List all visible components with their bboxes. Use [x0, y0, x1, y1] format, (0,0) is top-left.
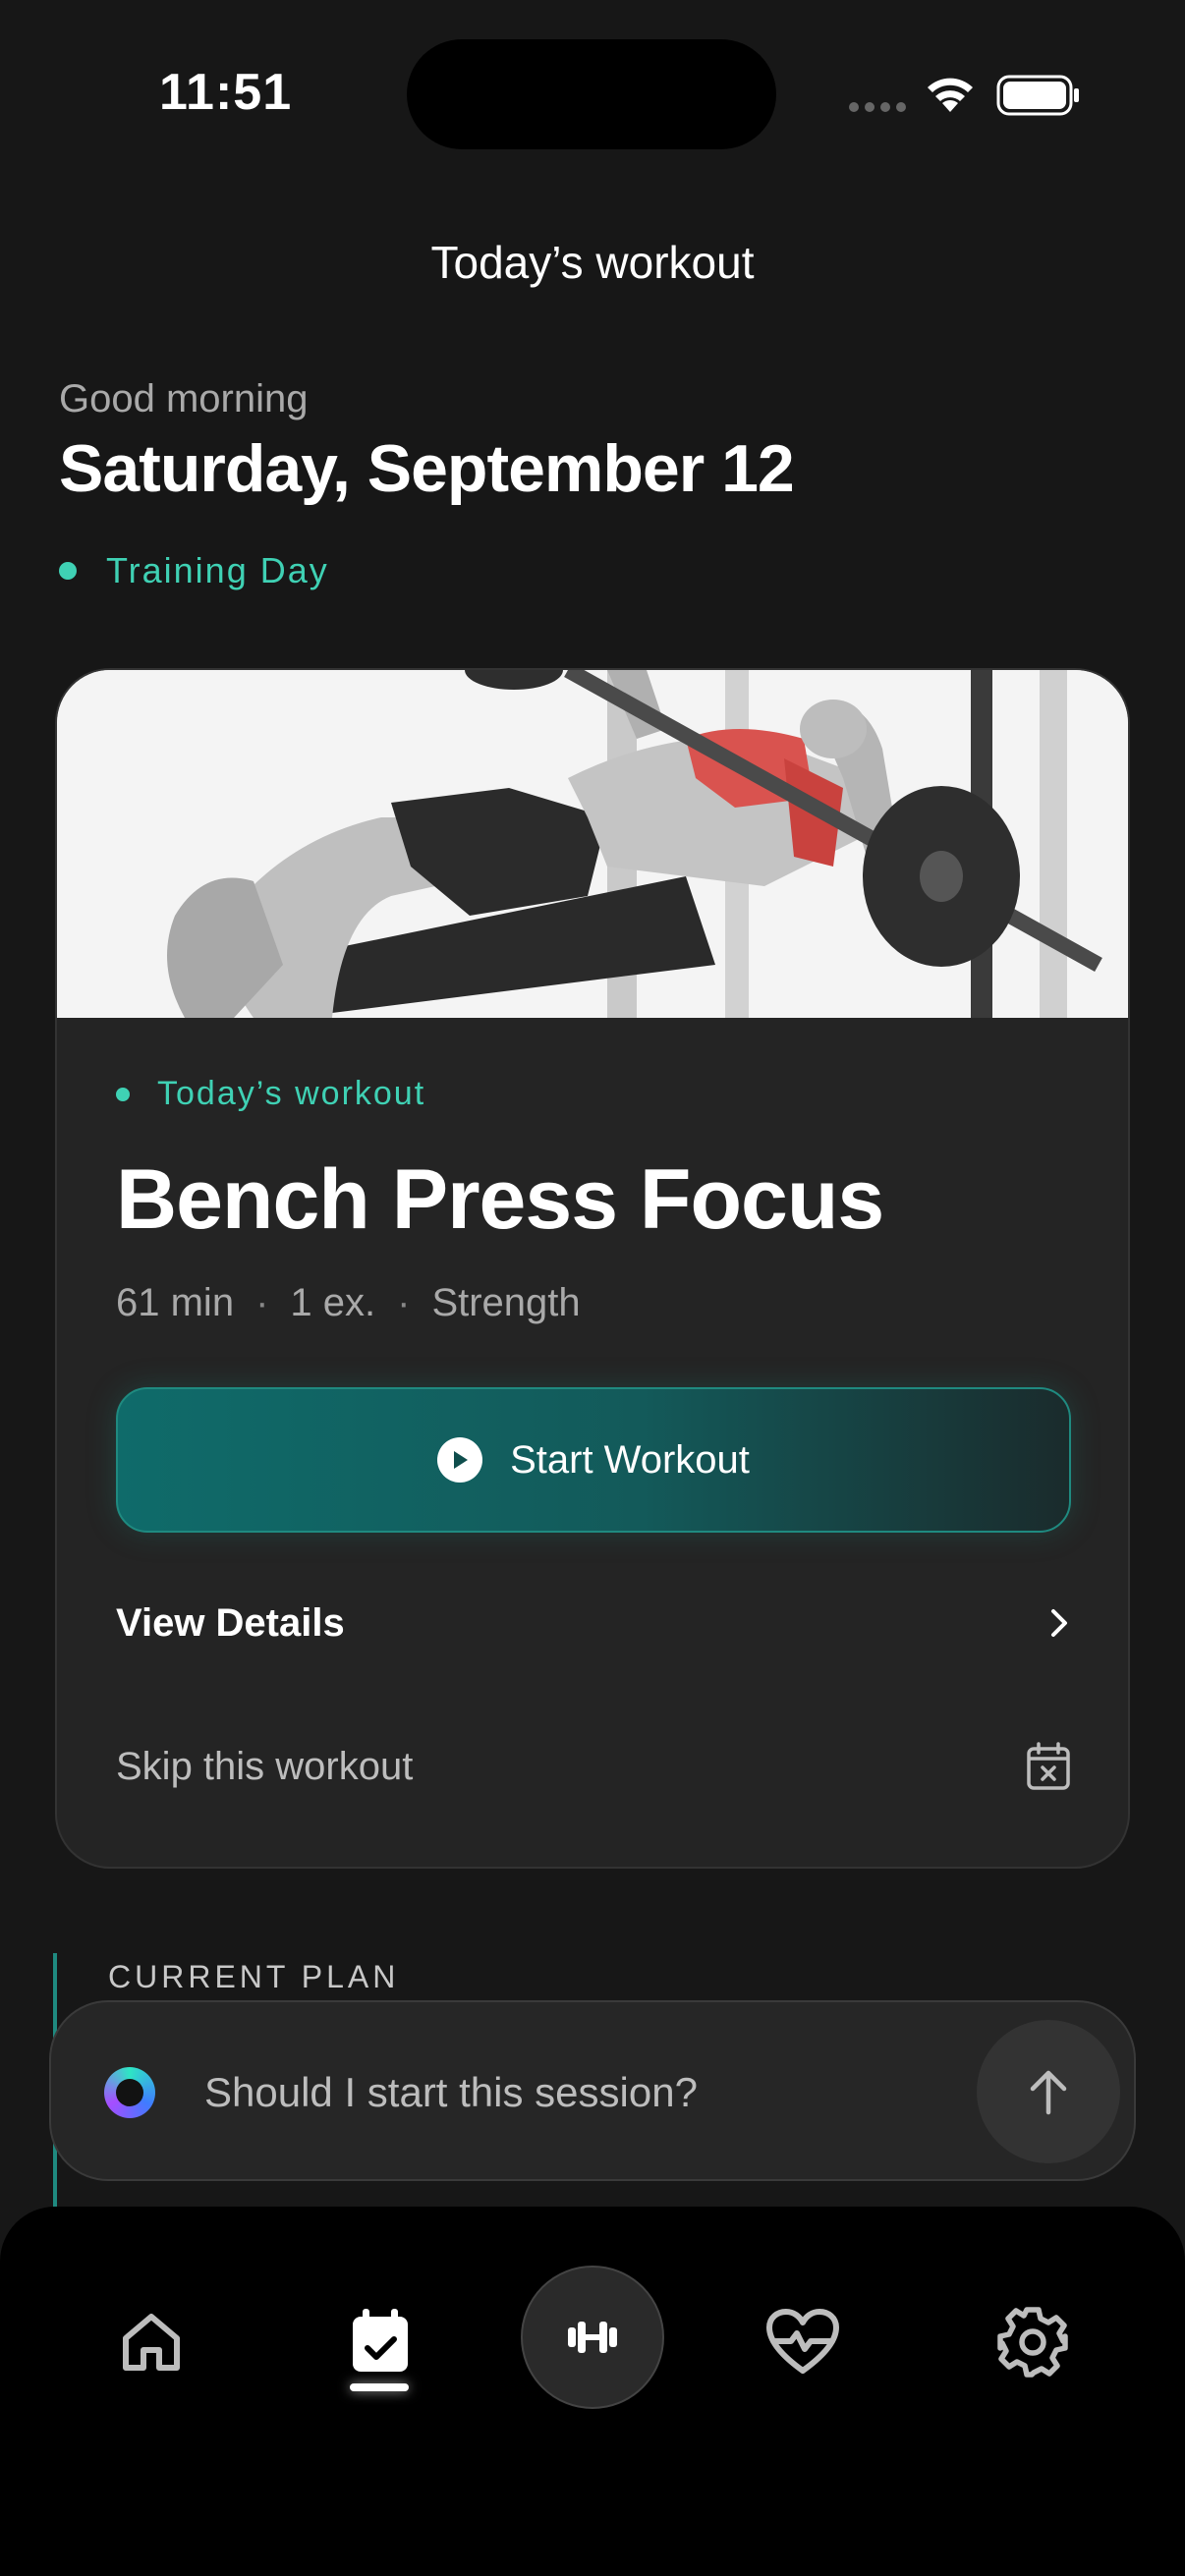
status-dot: [116, 1087, 130, 1101]
chevron-right-icon: [1051, 1609, 1067, 1637]
tab-settings[interactable]: [984, 2293, 1082, 2391]
page-title: Today’s workout: [430, 237, 755, 288]
gear-icon: [997, 2307, 1068, 2378]
workout-card: Today’s workout Bench Press Focus 61 min…: [55, 668, 1130, 1869]
play-icon: [437, 1437, 483, 1483]
workout-meta: 61 min · 1 ex. · Strength: [116, 1281, 581, 1325]
tab-bar: [0, 2207, 1185, 2576]
heart-pulse-icon: [766, 2309, 839, 2374]
meta-separator: ·: [397, 1281, 411, 1324]
start-workout-label: Start Workout: [510, 1437, 750, 1482]
skip-workout-row[interactable]: Skip this workout: [116, 1727, 1071, 1806]
skip-workout-label: Skip this workout: [116, 1744, 414, 1788]
status-dot: [59, 562, 77, 580]
battery-icon: [996, 75, 1079, 116]
tab-plan[interactable]: [331, 2293, 429, 2391]
workout-exercise-count: 1 ex.: [290, 1281, 376, 1324]
tab-health[interactable]: [754, 2293, 852, 2391]
assistant-orb-icon: [104, 2067, 155, 2118]
send-button[interactable]: [977, 2020, 1120, 2163]
date-heading: Saturday, September 12: [59, 431, 795, 506]
workout-title: Bench Press Focus: [116, 1152, 884, 1247]
calendar-check-icon: [353, 2309, 408, 2372]
status-bar: 11:51: [0, 0, 1185, 196]
wifi-icon: [928, 78, 973, 112]
ask-input[interactable]: [204, 2061, 971, 2124]
assistant-ask-bar: [49, 2000, 1136, 2181]
greeting-text: Good morning: [59, 377, 309, 420]
meta-separator: ·: [255, 1281, 269, 1324]
workout-duration: 61 min: [116, 1281, 235, 1324]
active-tab-indicator: [350, 2383, 409, 2391]
start-workout-button[interactable]: Start Workout: [116, 1387, 1071, 1533]
dumbbell-icon: [568, 2322, 617, 2353]
view-details-label: View Details: [116, 1600, 345, 1645]
tab-home[interactable]: [102, 2293, 200, 2391]
dynamic-island: [407, 39, 776, 149]
arrow-up-icon: [1030, 2070, 1067, 2115]
tab-workout[interactable]: [521, 2266, 664, 2409]
calendar-x-icon: [1027, 1742, 1070, 1790]
card-tag-label: Today’s workout: [157, 1075, 426, 1112]
card-tag: Today’s workout: [116, 1075, 425, 1113]
home-icon: [123, 2314, 180, 2371]
workout-category: Strength: [431, 1281, 581, 1324]
view-details-row[interactable]: View Details: [116, 1584, 1071, 1662]
current-plan-label: CURRENT PLAN: [108, 1959, 400, 1994]
status-time: 11:51: [159, 64, 293, 121]
day-type-label: Training Day: [106, 550, 329, 590]
signal-icon: [849, 102, 906, 112]
day-type-badge: Training Day: [59, 550, 329, 591]
exercise-illustration: [57, 670, 1128, 1018]
